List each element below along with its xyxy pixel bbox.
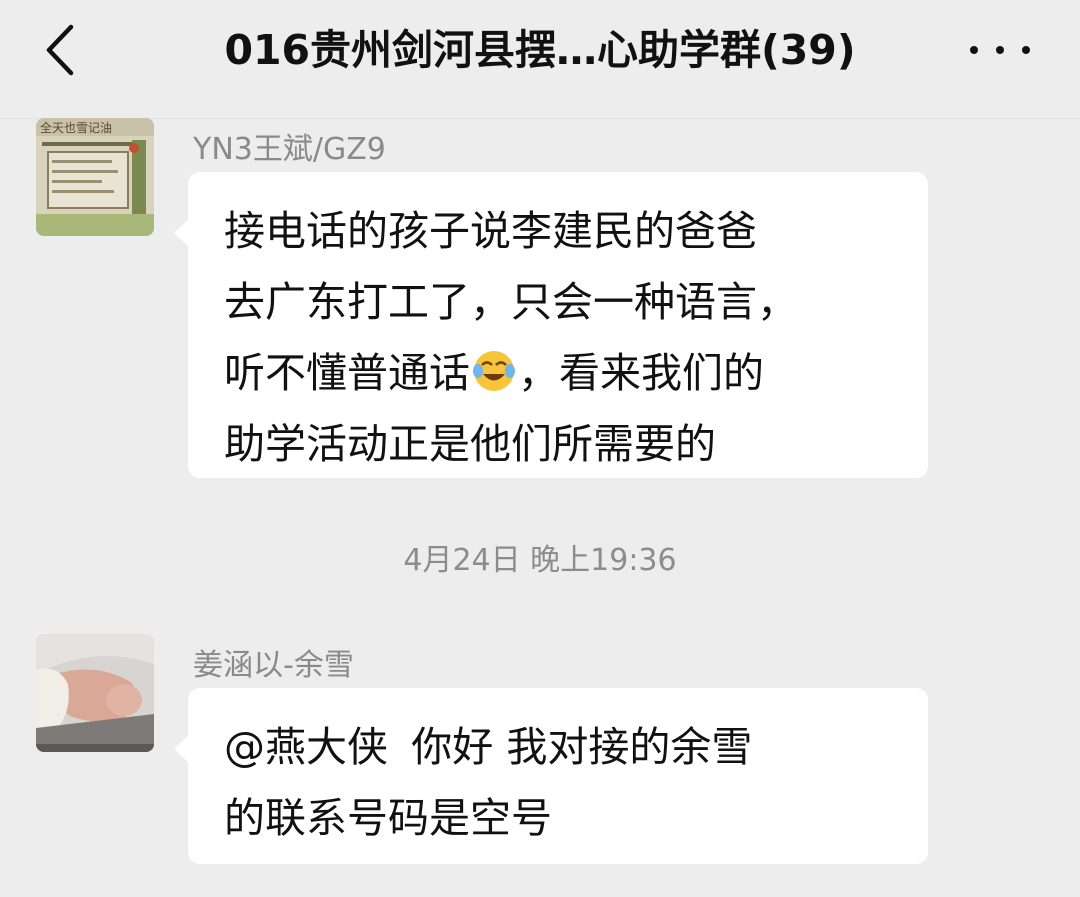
message-bubble[interactable]: 接电话的孩子说李建民的爸爸 去广东打工了，只会一种语言， 听不懂普通话 ，看来我… [174, 172, 928, 478]
more-horizontal-icon [970, 46, 978, 54]
avatar[interactable] [36, 634, 154, 752]
message-text: ，看来我们的 [518, 349, 764, 397]
message-line: 去广东打工了，只会一种语言， [224, 278, 798, 326]
back-button[interactable] [30, 20, 90, 80]
avatar-image [36, 634, 154, 752]
message-line: 接电话的孩子说李建民的爸爸 [224, 207, 757, 255]
face-with-tears-of-joy-emoji [473, 351, 515, 391]
message-line: 助学活动正是他们所需要的 [224, 420, 716, 468]
avatar[interactable]: 全天也雪记油 [36, 118, 154, 236]
message-line: @燕大侠 你好 我对接的余雪 [224, 723, 753, 771]
more-button[interactable] [970, 30, 1030, 70]
message-bubble[interactable]: @燕大侠 你好 我对接的余雪 的联系号码是空号 [174, 688, 928, 864]
sender-name: 姜涵以-余雪 [193, 648, 354, 683]
chat-title: 016贵州剑河县摆…心助学群(39) [224, 26, 856, 74]
chat-header: 016贵州剑河县摆…心助学群(39) [0, 0, 1080, 119]
sender-name: YN3王斌/GZ9 [193, 132, 386, 167]
message-text: 听不懂普通话 [224, 349, 470, 397]
message-line: 的联系号码是空号 [224, 794, 552, 842]
chevron-left-icon [46, 24, 74, 76]
svg-text:全天也雪记油: 全天也雪记油 [40, 120, 112, 135]
timestamp: 4月24日 晚上19:36 [403, 543, 677, 578]
avatar-image: 全天也雪记油 [36, 118, 154, 236]
